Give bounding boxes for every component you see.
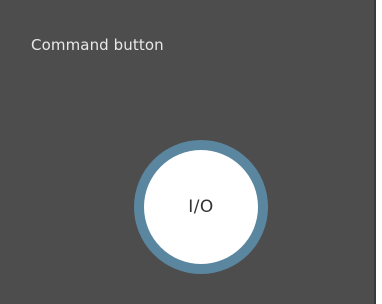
- command-button[interactable]: I/O: [134, 140, 268, 274]
- command-button-panel: Command button I/O: [0, 0, 376, 304]
- command-button-face[interactable]: I/O: [144, 150, 258, 264]
- panel-title: Command button: [31, 36, 164, 54]
- page-margin: [376, 0, 382, 304]
- command-button-label: I/O: [188, 197, 214, 217]
